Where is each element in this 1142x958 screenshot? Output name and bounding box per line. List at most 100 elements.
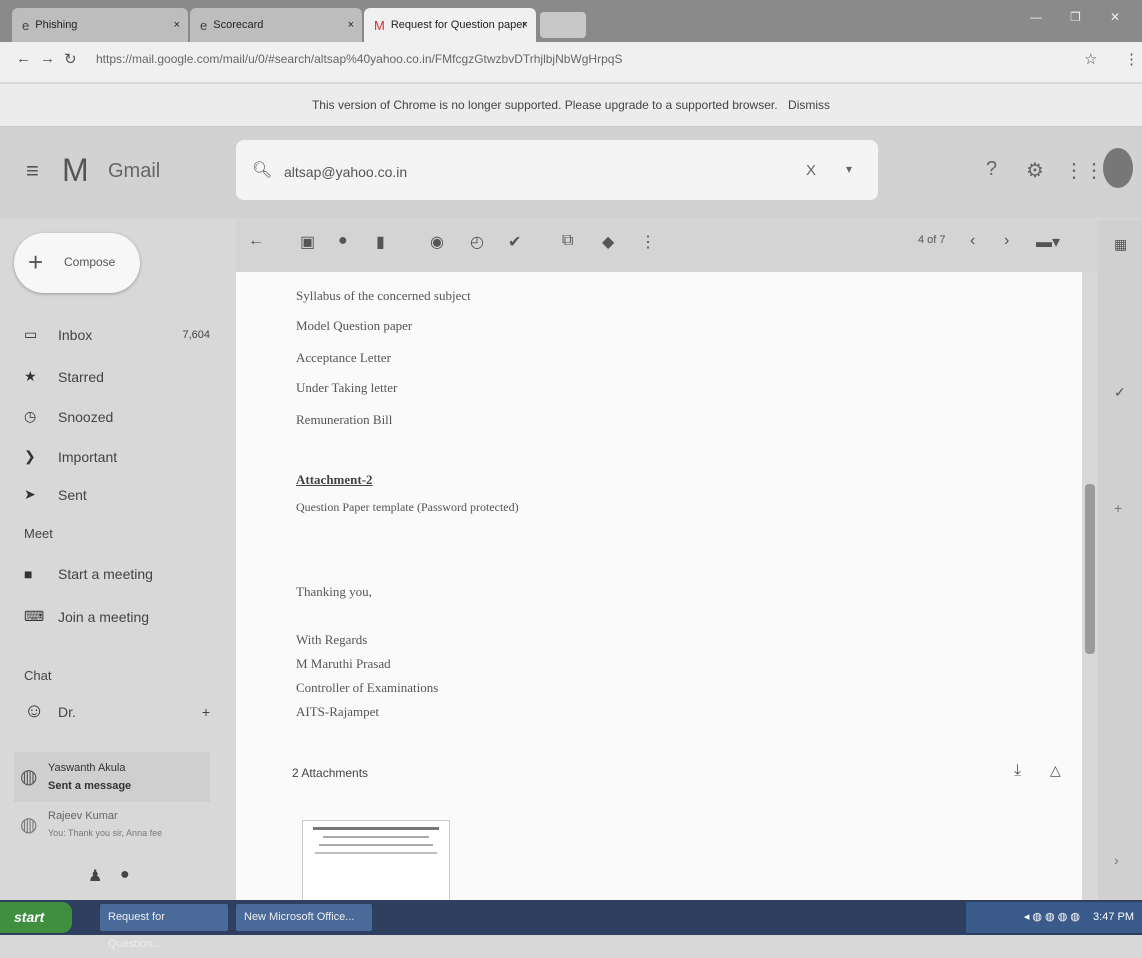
meet-section-label: Meet <box>24 526 53 541</box>
pagination-text: 4 of 7 <box>918 234 946 246</box>
save-to-drive-icon[interactable]: △ <box>1050 762 1061 779</box>
chat-self-row[interactable]: ☺ Dr. + <box>24 700 210 723</box>
new-tab-button[interactable] <box>540 12 586 38</box>
apps-grid-icon[interactable]: ⋮⋮ <box>1064 158 1104 183</box>
forward-icon[interactable]: → <box>40 50 55 67</box>
back-icon[interactable]: ← <box>16 50 31 67</box>
back-to-list-icon[interactable]: ← <box>248 232 264 250</box>
snooze-icon[interactable]: ◴ <box>470 232 484 252</box>
start-meeting-item[interactable]: ■ Start a meeting <box>24 566 153 582</box>
chat-name: Yaswanth Akula <box>48 762 126 774</box>
person-icon[interactable]: ♟ <box>88 866 102 886</box>
thumbnail-line <box>313 827 439 830</box>
signature-line: With Regards <box>296 632 368 647</box>
help-icon[interactable]: ? <box>986 158 997 181</box>
browser-tab[interactable]: e Scorecard × <box>190 8 362 42</box>
closing-line: Thanking you, <box>296 584 372 599</box>
plus-icon: + <box>28 247 44 277</box>
sidebar-item-snoozed[interactable]: ◷ Snoozed <box>24 408 113 425</box>
close-tab-icon[interactable]: × <box>174 19 180 31</box>
body-line: Remuneration Bill <box>296 412 393 427</box>
search-options-icon[interactable]: ▾ <box>846 162 852 176</box>
search-input[interactable]: altsap@yahoo.co.in <box>284 164 407 180</box>
side-panel <box>1098 220 1142 900</box>
compose-button[interactable]: + Compose <box>14 233 140 293</box>
start-button[interactable]: start <box>0 902 72 933</box>
gmail-tab-icon: M <box>374 17 385 33</box>
close-tab-icon[interactable]: × <box>522 19 528 31</box>
bookmark-star-icon[interactable]: ☆ <box>1084 50 1097 68</box>
move-to-icon[interactable]: ⧉ <box>562 232 573 250</box>
important-icon: ❯ <box>24 448 36 464</box>
chat-item[interactable]: ◍ Rajeev Kumar You: Thank you sir, Anna … <box>14 806 210 856</box>
signature-line: M Maruthi Prasad <box>296 656 391 671</box>
chat-item[interactable]: ◍ Yaswanth Akula Sent a message <box>14 752 210 802</box>
restore-icon[interactable]: ❐ <box>1070 10 1081 24</box>
reload-icon[interactable]: ↻ <box>64 50 77 68</box>
older-icon[interactable]: › <box>1004 232 1009 250</box>
chat-name: Rajeev Kumar <box>48 810 118 822</box>
settings-icon[interactable]: ⚙ <box>1026 158 1044 183</box>
main-menu-icon[interactable]: ≡ <box>26 158 39 184</box>
address-bar[interactable]: https://mail.google.com/mail/u/0/#search… <box>96 52 1076 72</box>
infobar-text: This version of Chrome is no longer supp… <box>311 98 778 112</box>
hangouts-avatar-icon: ◍ <box>20 766 38 788</box>
join-meeting-item[interactable]: ⌨ Join a meeting <box>24 608 149 625</box>
attachment-thumbnail[interactable] <box>302 820 450 902</box>
clear-search-icon[interactable]: X <box>806 162 816 179</box>
archive-icon[interactable]: ▣ <box>300 232 315 252</box>
calendar-icon[interactable]: ▦ <box>1114 236 1127 253</box>
body-line: Model Question paper <box>296 318 413 333</box>
add-addon-icon[interactable]: + <box>1114 500 1122 516</box>
input-tools-icon[interactable]: ▬▾ <box>1036 232 1060 252</box>
label-icon[interactable]: ◆ <box>602 232 614 252</box>
more-options-icon[interactable]: ⋮ <box>640 232 656 252</box>
hangouts-avatar-icon: ◍ <box>20 814 38 836</box>
gmail-logo-icon[interactable]: M <box>62 152 89 189</box>
browser-tab-active[interactable]: M Request for Question paper × <box>364 8 536 42</box>
tray-icons[interactable]: ◂ ◍ ◍ ◍ ◍ <box>1024 911 1080 923</box>
taskbar-item[interactable]: New Microsoft Office... <box>236 904 372 931</box>
video-icon: ■ <box>24 566 33 582</box>
clock-icon: ◷ <box>24 408 37 424</box>
minimize-icon[interactable]: — <box>1030 10 1042 24</box>
signature-line: Controller of Examinations <box>296 680 439 695</box>
clock: 3:47 PM <box>1093 911 1134 923</box>
browser-menu-icon[interactable]: ⋮ <box>1124 50 1139 68</box>
send-icon: ➤ <box>24 486 36 502</box>
sidebar-item-inbox[interactable]: ▭ Inbox 7,604 <box>24 326 210 343</box>
tasks-icon[interactable]: ✓ <box>1114 384 1126 401</box>
body-line: Acceptance Letter <box>296 350 391 365</box>
inbox-icon: ▭ <box>24 326 38 342</box>
inbox-count: 7,604 <box>182 328 210 341</box>
browser-tab[interactable]: e Phishing × <box>12 8 188 42</box>
signature-line: AITS-Rajampet <box>296 704 380 719</box>
add-to-tasks-icon[interactable]: ✔ <box>508 232 521 252</box>
report-spam-icon[interactable]: ● <box>338 232 348 250</box>
sidebar-item-starred[interactable]: ★ Starred <box>24 368 104 385</box>
message-scrollbar[interactable] <box>1085 484 1095 654</box>
download-all-icon[interactable]: ⤓ <box>1014 762 1021 780</box>
infobar-dismiss-link[interactable]: Dismiss <box>788 98 830 112</box>
ie-icon: e <box>22 17 30 33</box>
show-panel-icon[interactable]: › <box>1114 852 1119 868</box>
add-chat-icon[interactable]: + <box>202 704 210 720</box>
system-tray: ◂ ◍ ◍ ◍ ◍ 3:47 PM <box>966 902 1142 933</box>
thumbnail-line <box>323 836 429 838</box>
close-tab-icon[interactable]: × <box>348 19 354 31</box>
close-window-icon[interactable]: ✕ <box>1110 10 1120 24</box>
chat-bubble-icon[interactable]: ● <box>120 866 130 884</box>
newer-icon[interactable]: ‹ <box>970 232 975 250</box>
mark-unread-icon[interactable]: ◉ <box>430 232 444 252</box>
unsupported-browser-infobar: This version of Chrome is no longer supp… <box>0 84 1142 127</box>
keyboard-icon: ⌨ <box>24 608 45 624</box>
account-avatar[interactable] <box>1103 148 1133 188</box>
attachments-count: 2 Attachments <box>292 766 369 780</box>
sidebar-item-important[interactable]: ❯ Important <box>24 448 117 465</box>
delete-icon[interactable]: ▮ <box>376 232 385 252</box>
gmail-brand: Gmail <box>108 160 161 182</box>
thumbnail-line <box>319 844 433 846</box>
search-icon[interactable]: 🔍︎ <box>252 160 272 180</box>
sidebar-item-sent[interactable]: ➤ Sent <box>24 486 87 503</box>
taskbar-item[interactable]: Request for Question... <box>100 904 228 950</box>
